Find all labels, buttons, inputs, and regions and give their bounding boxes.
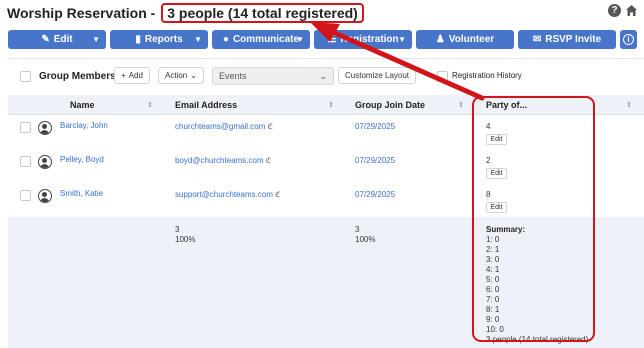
action-dropdown[interactable]: Action ⌄	[158, 67, 204, 84]
avatar	[38, 121, 52, 135]
chevron-down-icon: ▼	[296, 35, 304, 44]
join-date: 07/29/2025	[355, 190, 396, 199]
party-column-highlight	[472, 96, 595, 342]
group-members-label: Group Members	[39, 71, 116, 82]
user-plus-icon: ♟	[435, 34, 445, 45]
column-header-join-date[interactable]: Group Join Date	[355, 100, 425, 110]
chevron-down-icon: ▼	[194, 35, 202, 44]
churchteams-icon: ℭ	[265, 156, 272, 165]
join-date: 07/29/2025	[355, 156, 396, 165]
volunteer-button[interactable]: ♟ Volunteer	[416, 30, 514, 49]
plus-icon: +	[121, 71, 126, 80]
info-button[interactable]: i	[620, 30, 637, 49]
chat-icon: ●	[222, 34, 229, 45]
bar-chart-icon: ▮	[135, 34, 141, 45]
edit-icon: ✎	[41, 34, 50, 45]
email-percent: 100%	[175, 235, 196, 244]
registration-history-checkbox[interactable]	[437, 71, 448, 82]
sort-icon[interactable]: ⇕	[458, 101, 464, 109]
add-button[interactable]: + Add	[114, 67, 150, 84]
customize-layout-label: Customize Layout	[345, 71, 410, 80]
title-bar: Worship Reservation - 3 people (14 total…	[0, 0, 644, 26]
churchteams-icon: ℭ	[267, 122, 273, 131]
rsvp-invite-button[interactable]: ✉ RSVP Invite	[518, 30, 616, 49]
email-summary: 3 100%	[175, 225, 195, 245]
member-name-link[interactable]: Pelley, Boyd	[60, 155, 104, 164]
info-icon: i	[623, 34, 634, 45]
action-dropdown-label: Action	[165, 71, 188, 80]
join-summary: 3 100%	[355, 225, 375, 245]
column-header-name[interactable]: Name	[70, 100, 95, 110]
communicate-button-label: Communicate	[232, 34, 300, 45]
row-checkbox[interactable]	[20, 190, 31, 201]
member-email-text: boyd@churchteams.com	[175, 156, 264, 165]
member-email-text: churchteams@gmail.com	[175, 122, 266, 131]
page-title-text: Worship Reservation -	[7, 5, 160, 21]
sort-icon[interactable]: ⇕	[328, 101, 334, 109]
column-header-email[interactable]: Email Address	[175, 100, 237, 110]
reports-button-label: Reports	[144, 34, 183, 45]
member-email-link[interactable]: churchteams@gmail.com ℭ	[175, 122, 273, 131]
registration-button[interactable]: ☰ Registration ▼	[314, 30, 412, 49]
join-date: 07/29/2025	[355, 122, 396, 131]
member-name-link[interactable]: Smith, Katie	[60, 189, 103, 198]
volunteer-button-label: Volunteer	[448, 34, 495, 45]
row-checkbox[interactable]	[20, 156, 31, 167]
home-icon[interactable]	[625, 4, 638, 17]
registration-button-label: Registration	[340, 34, 399, 45]
top-icons: ?	[608, 4, 638, 17]
join-percent: 100%	[355, 235, 376, 244]
communicate-button[interactable]: ● Communicate ▼	[212, 30, 310, 49]
envelope-icon: ✉	[532, 34, 542, 45]
chevron-down-icon: ▼	[92, 35, 100, 44]
events-select[interactable]: Events ⌄	[212, 67, 334, 85]
customize-layout-button[interactable]: Customize Layout	[338, 67, 417, 84]
events-select-value: Events	[219, 71, 247, 81]
sort-icon[interactable]: ⇕	[147, 101, 153, 109]
toolbar: ✎ Edit ▼ ▮ Reports ▼ ● Communicate ▼ ☰ R…	[8, 30, 637, 49]
panel-header: Group Members + Add Action ⌄ Events ⌄ Cu…	[8, 59, 644, 93]
page-title: Worship Reservation - 3 people (14 total…	[7, 3, 364, 23]
chevron-down-icon: ⌄	[190, 71, 197, 80]
sort-icon[interactable]: ⇕	[626, 101, 632, 109]
edit-button[interactable]: ✎ Edit ▼	[8, 30, 106, 49]
help-icon[interactable]: ?	[608, 4, 621, 17]
registered-count-highlight: 3 people (14 total registered)	[161, 3, 364, 23]
avatar	[38, 155, 52, 169]
member-name-link[interactable]: Barclay, John	[60, 121, 108, 130]
chevron-down-icon: ⌄	[319, 70, 327, 81]
row-checkbox[interactable]	[20, 122, 31, 133]
churchteams-icon: ℭ	[274, 190, 281, 199]
edit-button-label: Edit	[53, 34, 73, 45]
select-all-checkbox[interactable]	[20, 71, 31, 82]
member-email-link[interactable]: support@churchteams.com ℭ	[175, 190, 281, 199]
member-email-text: support@churchteams.com	[175, 190, 273, 199]
list-icon: ☰	[327, 34, 337, 45]
email-count: 3	[175, 225, 180, 234]
member-email-link[interactable]: boyd@churchteams.com ℭ	[175, 156, 271, 165]
rsvp-invite-button-label: RSVP Invite	[545, 34, 602, 45]
reports-button[interactable]: ▮ Reports ▼	[110, 30, 208, 49]
add-button-label: Add	[128, 71, 143, 80]
registration-history-label: Registration History	[452, 71, 522, 80]
chevron-down-icon: ▼	[398, 35, 406, 44]
avatar	[38, 189, 52, 203]
join-count: 3	[355, 225, 360, 234]
